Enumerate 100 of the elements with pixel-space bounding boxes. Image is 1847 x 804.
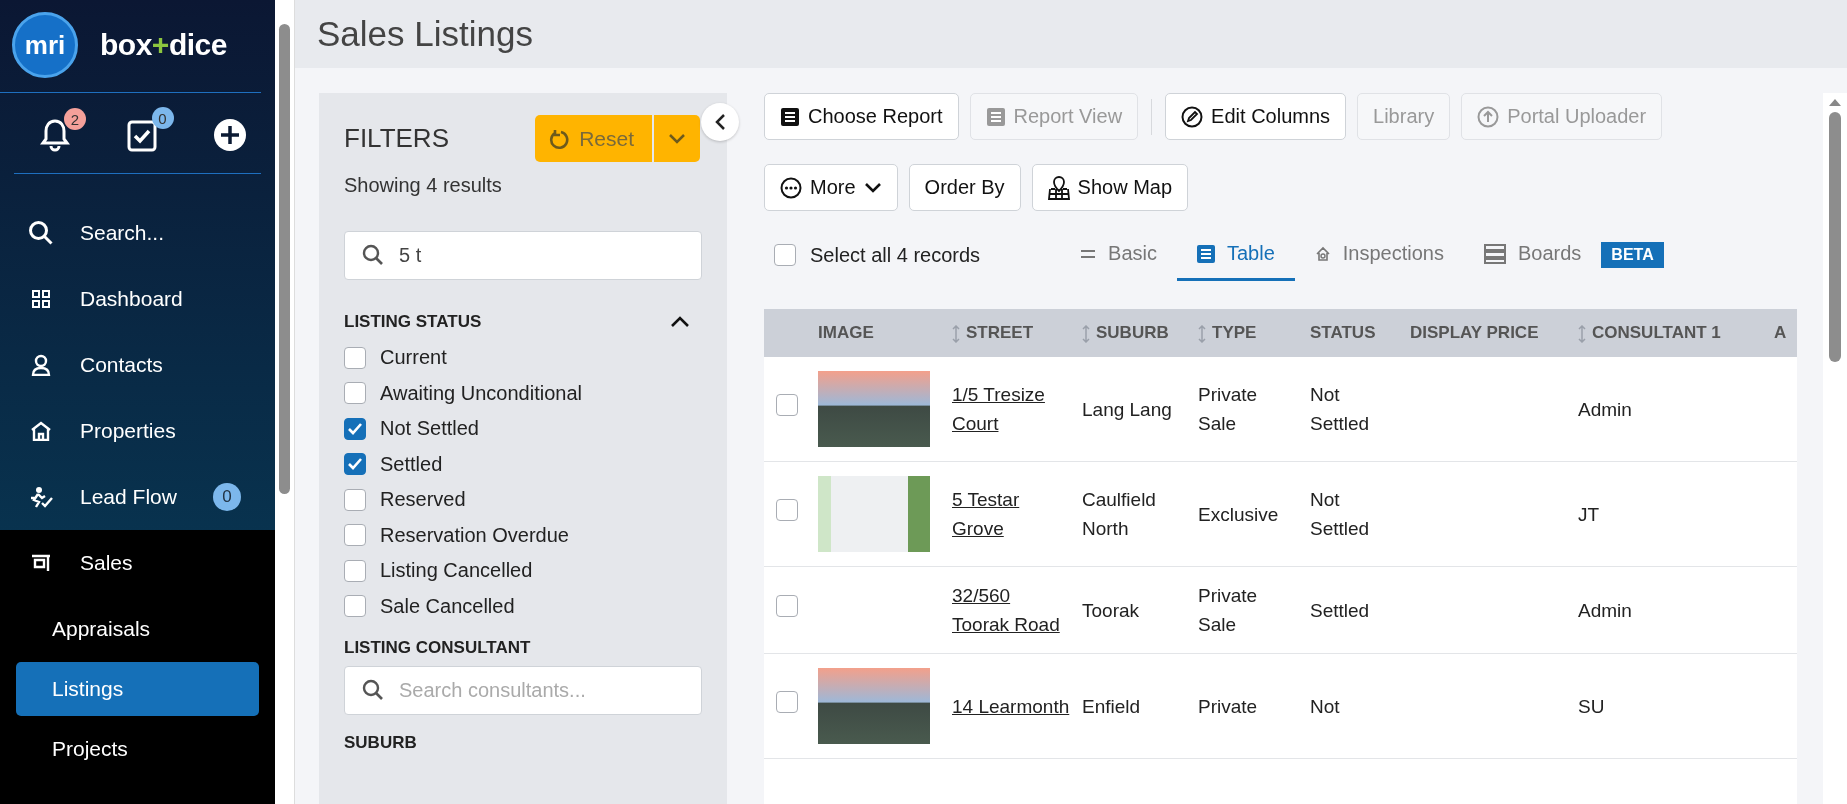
street-link[interactable]: 1/5 Tresize Court (952, 380, 1072, 438)
table-cell: Admin (1578, 398, 1632, 420)
filters-title: FILTERS (344, 123, 449, 154)
column-header[interactable]: SUBURB (1082, 309, 1198, 357)
checkbox[interactable] (776, 691, 798, 713)
street-link[interactable]: 14 Learmonth (952, 691, 1070, 721)
nav-item[interactable]: Lead Flow 0 (0, 464, 275, 530)
sort-icon (1578, 324, 1586, 343)
chevron-down-icon (863, 181, 882, 194)
checkbox[interactable] (776, 394, 798, 416)
section-heading: SUBURB (344, 733, 417, 753)
checkbox-label: Select all 4 records (810, 243, 981, 267)
brand-name: box+dice (100, 28, 227, 62)
column-header: IMAGE (818, 309, 952, 357)
table-cell: Toorak (1082, 599, 1140, 621)
checkbox[interactable] (344, 559, 366, 582)
nav-item[interactable]: Listings (16, 662, 259, 716)
collapse-button[interactable] (701, 103, 739, 141)
checkbox[interactable] (344, 488, 366, 511)
list-icon (985, 106, 1006, 127)
checkbox[interactable] (774, 244, 796, 266)
section-heading: LISTING CONSULTANT (344, 638, 531, 658)
table-cell: Not (1310, 695, 1340, 717)
checkbox[interactable] (344, 453, 366, 476)
table-cell: Private Sale (1198, 384, 1258, 434)
column-header[interactable]: STREET (952, 309, 1082, 357)
list-icon (1197, 244, 1215, 263)
logo-badge: mri (12, 12, 78, 78)
search-icon (362, 679, 384, 701)
search-field[interactable]: 5 t (344, 231, 702, 280)
toolbar-button[interactable]: Show Map (1031, 164, 1189, 211)
table-cell: JT (1578, 503, 1600, 525)
street-link[interactable]: 5 Testar Grove (952, 485, 1072, 543)
scrollbar[interactable] (1823, 93, 1847, 804)
checkbox[interactable] (344, 417, 366, 440)
search-field[interactable]: Search consultants... (344, 666, 702, 715)
checkbox-label: Awaiting Unconditional (380, 381, 582, 405)
bell-icon[interactable] (40, 118, 70, 152)
view-tab[interactable]: Inspections (1294, 229, 1464, 281)
sort-icon (1198, 324, 1206, 343)
column-header: STATUS (1310, 309, 1410, 357)
checkbox[interactable] (776, 595, 798, 617)
view-tab[interactable]: Basic (1060, 229, 1177, 281)
chevron-down-icon (668, 132, 686, 145)
chevron-left-icon (714, 113, 726, 131)
more-icon (780, 176, 802, 199)
check-icon (347, 457, 363, 472)
toolbar-button[interactable]: Edit Columns (1165, 93, 1347, 140)
checkbox[interactable] (344, 524, 366, 547)
checkbox-label: Current (380, 346, 447, 370)
checkbox-label: Listing Cancelled (380, 559, 533, 583)
map-pin-icon (1047, 175, 1070, 200)
scrollbar[interactable] (275, 0, 295, 804)
list-icon (780, 106, 800, 127)
table-cell: Lang Lang (1082, 398, 1172, 420)
chevron-icon[interactable] (670, 316, 690, 328)
column-header[interactable]: CONSULTANT 1 (1578, 309, 1774, 357)
section-heading: LISTING STATUS (344, 312, 482, 332)
lines-icon (1080, 248, 1097, 259)
checkbox-label: Reserved (380, 488, 466, 512)
nav-item[interactable]: Properties (0, 398, 275, 464)
toolbar-button[interactable]: Order By (908, 164, 1021, 211)
table-cell: Private Sale (1198, 585, 1258, 635)
nav-item[interactable]: Sales (0, 530, 275, 596)
table-cell: Enfield (1082, 695, 1141, 717)
page-title: Sales Listings (317, 14, 533, 54)
toolbar-button[interactable]: Choose Report (764, 93, 959, 140)
table-cell: Private (1198, 695, 1258, 717)
table-cell: Caulfield North (1082, 489, 1156, 539)
nav-item[interactable]: Appraisals (16, 602, 259, 656)
count-badge: 2 (64, 108, 86, 130)
beta-badge: BETA (1601, 242, 1664, 268)
view-tab[interactable]: Table (1177, 229, 1295, 281)
checkbox[interactable] (344, 382, 366, 405)
checkbox-label: Not Settled (380, 417, 479, 441)
table-cell: Exclusive (1198, 503, 1279, 525)
nav-item[interactable]: Search... (0, 200, 275, 266)
table-cell: Admin (1578, 599, 1632, 621)
boards-icon (1483, 243, 1506, 264)
nav-item[interactable]: Dashboard (0, 266, 275, 332)
checkbox[interactable] (776, 499, 798, 521)
add-icon[interactable] (213, 118, 247, 152)
view-tab[interactable]: Boards (1463, 229, 1602, 281)
street-link[interactable]: 32/560 Toorak Road (952, 581, 1072, 639)
results-count: Showing 4 results (344, 174, 503, 197)
upload-icon (1477, 105, 1500, 128)
checkbox[interactable] (344, 346, 366, 369)
column-header: DISPLAY PRICE (1410, 309, 1578, 357)
nav-item[interactable]: Contacts (0, 332, 275, 398)
toolbar-button[interactable]: More (764, 164, 898, 211)
count-badge: 0 (213, 483, 241, 511)
nav-item[interactable]: Projects (16, 722, 259, 776)
table-cell: Settled (1310, 599, 1370, 621)
checkbox-label: Reservation Overdue (380, 523, 569, 547)
checkbox-label: Sale Cancelled (380, 594, 515, 618)
table-cell: Not Settled (1310, 489, 1370, 539)
column-header[interactable]: TYPE (1198, 309, 1310, 357)
column-header: A (1774, 309, 1797, 357)
checkbox[interactable] (344, 595, 366, 618)
search-icon (362, 244, 384, 266)
